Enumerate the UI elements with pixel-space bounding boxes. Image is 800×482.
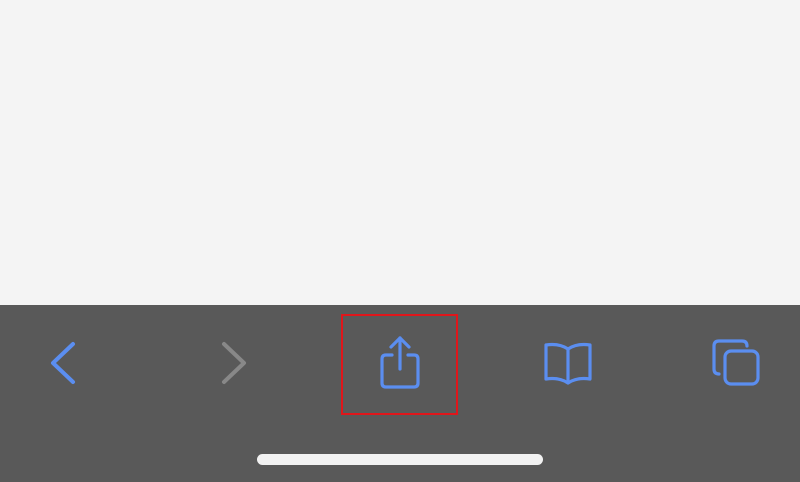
tabs-icon: [712, 339, 760, 386]
browser-screen: [0, 0, 800, 482]
chevron-left-icon: [51, 342, 75, 384]
web-content-area[interactable]: [0, 0, 800, 305]
tabs-button[interactable]: [678, 313, 794, 413]
chevron-right-icon: [222, 342, 246, 384]
book-icon: [544, 342, 592, 385]
share-button[interactable]: [342, 313, 458, 413]
forward-button[interactable]: [174, 313, 290, 413]
bookmarks-button[interactable]: [510, 313, 626, 413]
share-icon: [380, 336, 420, 389]
back-button[interactable]: [7, 313, 123, 413]
home-indicator[interactable]: [257, 454, 543, 465]
